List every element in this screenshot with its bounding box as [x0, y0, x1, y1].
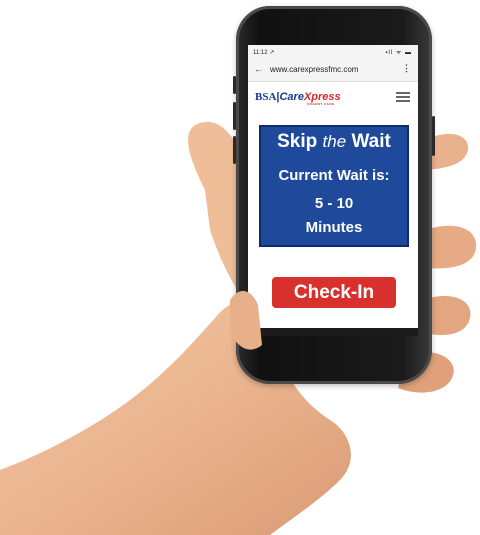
more-vert-icon[interactable]: ⋮: [402, 63, 411, 74]
status-bar: 11:12 ↗ ▪ll ᯤ ▬: [248, 45, 418, 59]
heading-skip: Skip: [277, 131, 318, 152]
check-in-button[interactable]: Check-In: [272, 277, 396, 308]
hamburger-icon[interactable]: [396, 92, 410, 102]
phone-screen: 11:12 ↗ ▪ll ᯤ ▬ ← www.carexpressfmc.com …: [248, 45, 418, 336]
site-header: BSA|CareXpress URGENT CARE: [248, 83, 418, 111]
arrow-left-icon[interactable]: ←: [254, 64, 263, 74]
site-logo[interactable]: BSA|CareXpress URGENT CARE: [255, 91, 341, 106]
screen-bottom-bar: [248, 328, 418, 336]
heading-wait: Wait: [351, 131, 391, 152]
wait-time-banner: Skip the Wait Current Wait is: 5 - 10 Mi…: [259, 125, 409, 247]
signal-wifi-battery-icon: ▪ll ᯤ ▬: [385, 50, 412, 56]
browser-address-bar[interactable]: ← www.carexpressfmc.com ⋮: [248, 59, 418, 82]
phone-side-button: [432, 116, 435, 156]
wait-unit: Minutes: [305, 219, 363, 236]
heading-the: the: [322, 132, 347, 151]
current-wait-label: Current Wait is:: [278, 167, 390, 184]
logo-subtitle: URGENT CARE: [307, 102, 335, 106]
phone-side-button: [233, 102, 236, 130]
scene: 11:12 ↗ ▪ll ᯤ ▬ ← www.carexpressfmc.com …: [0, 0, 480, 535]
url-text[interactable]: www.carexpressfmc.com: [270, 65, 358, 74]
skip-the-wait-heading: Skip the Wait: [261, 131, 407, 153]
phone-side-button: [233, 136, 236, 164]
logo-care: Care: [279, 91, 304, 103]
logo-bsa: BSA: [255, 91, 277, 103]
status-time: 11:12 ↗: [253, 50, 275, 56]
phone-side-button: [233, 76, 236, 94]
wait-range: 5 - 10: [314, 195, 354, 212]
